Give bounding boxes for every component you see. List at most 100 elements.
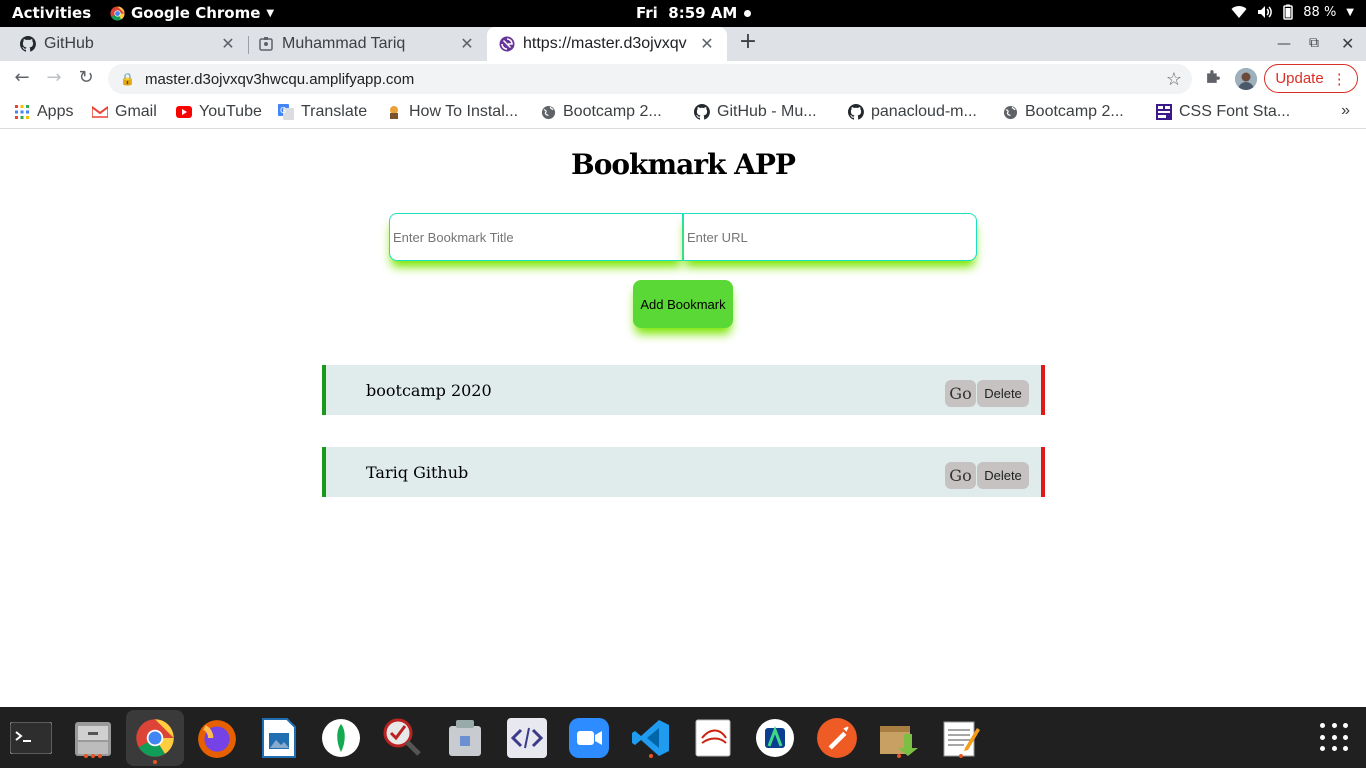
new-tab-button[interactable]: + — [736, 29, 760, 54]
github-icon — [848, 104, 864, 120]
bookmark-how-to-install[interactable]: How To Instal... — [386, 103, 518, 121]
zoom-icon[interactable] — [567, 716, 611, 760]
back-arrow-icon[interactable]: ← — [10, 67, 34, 88]
delete-button[interactable]: Delete — [977, 380, 1029, 407]
chrome-icon[interactable] — [126, 710, 184, 766]
bookmark-css-font-stack[interactable]: CSS Font Sta... — [1156, 103, 1290, 121]
globe-icon — [1002, 104, 1018, 120]
address-bar[interactable]: 🔒 master.d3ojvxqv3hwcqu.amplifyapp.com ☆ — [108, 64, 1192, 94]
bookmark-title: Tariq Github — [366, 463, 469, 482]
clock-text: Fri 8:59 AM — [636, 4, 738, 22]
star-icon[interactable]: ☆ — [1166, 69, 1182, 90]
bookmark-bootcamp-2[interactable]: Bootcamp 2... — [1002, 103, 1124, 121]
bookmark-panacloud[interactable]: panacloud-m... — [848, 103, 977, 121]
browser-toolbar: ← → ↻ 🔒 master.d3ojvxqv3hwcqu.amplifyapp… — [0, 61, 1366, 97]
minimize-icon[interactable]: — — [1277, 36, 1291, 52]
testing-tool-icon[interactable] — [381, 716, 425, 760]
lock-icon: 🔒 — [120, 72, 135, 86]
bookmark-gmail[interactable]: Gmail — [92, 103, 157, 121]
bookmark-label: Bootcamp 2... — [563, 103, 662, 120]
close-icon[interactable]: ✕ — [216, 34, 240, 54]
bookmark-card: Tariq Github Go Delete — [322, 447, 1045, 497]
tab-muhammad-tariq[interactable]: Muhammad Tariq ✕ — [238, 27, 487, 61]
svg-text:G: G — [280, 106, 286, 115]
system-top-bar: Activities Google Chrome ▼ Fri 8:59 AM 8… — [0, 0, 1366, 27]
close-icon[interactable]: ✕ — [455, 34, 479, 54]
text-editor-icon[interactable] — [939, 716, 983, 760]
gmail-icon — [92, 104, 108, 120]
package-installer-icon[interactable] — [877, 716, 921, 760]
files-icon[interactable] — [71, 716, 115, 760]
bookmark-bootcamp-1[interactable]: Bootcamp 2... — [540, 103, 662, 121]
go-button[interactable]: Go — [945, 380, 976, 407]
more-bookmarks-icon[interactable]: » — [1341, 102, 1350, 120]
bookmark-apps[interactable]: Apps — [14, 103, 73, 121]
github-icon — [694, 104, 710, 120]
postman-icon[interactable] — [815, 716, 859, 760]
bookmark-label: Bootcamp 2... — [1025, 103, 1124, 120]
bookmarks-bar: Apps Gmail YouTube G Translate How To In… — [0, 97, 1366, 129]
image-viewer-icon[interactable] — [257, 716, 301, 760]
bookmark-github-mu[interactable]: GitHub - Mu... — [694, 103, 817, 121]
bookmark-label: CSS Font Sta... — [1179, 103, 1291, 120]
code-editor-icon[interactable] — [505, 716, 549, 760]
tab-github[interactable]: GitHub ✕ — [0, 27, 248, 61]
taskbar-dock — [0, 707, 1366, 768]
bookmark-card: bootcamp 2020 Go Delete — [322, 365, 1045, 415]
notification-dot — [744, 9, 752, 17]
bookmark-label: YouTube — [199, 103, 262, 120]
bookmark-url-input[interactable] — [683, 213, 977, 261]
youtube-icon — [176, 104, 192, 120]
bookmark-label: panacloud-m... — [871, 103, 977, 120]
firefox-icon[interactable] — [195, 716, 239, 760]
update-button[interactable]: Update ⋮ — [1264, 64, 1358, 93]
system-tray[interactable]: 88 % ▼ — [1231, 4, 1354, 20]
mongodb-compass-icon[interactable] — [319, 716, 363, 760]
go-button[interactable]: Go — [945, 462, 976, 489]
bookmark-label: How To Instal... — [409, 103, 519, 120]
bookmark-youtube[interactable]: YouTube — [176, 103, 262, 121]
android-studio-icon[interactable] — [753, 716, 797, 760]
tab-title: Muhammad Tariq — [282, 35, 406, 52]
apps-grid-icon — [14, 104, 30, 120]
url-text: master.d3ojvxqv3hwcqu.amplifyapp.com — [144, 70, 415, 88]
wifi-icon — [1231, 6, 1247, 19]
reload-icon[interactable]: ↻ — [74, 67, 98, 88]
show-applications-icon[interactable] — [1320, 723, 1350, 753]
chevron-down-icon: ▼ — [266, 7, 275, 19]
tab-title: https://master.d3ojvxqv — [523, 35, 687, 52]
close-window-icon[interactable]: ✕ — [1341, 34, 1354, 53]
app-name: Google Chrome — [131, 4, 261, 22]
document-reader-icon[interactable] — [691, 716, 735, 760]
css-icon — [1156, 104, 1172, 120]
bookmark-label: Translate — [301, 103, 368, 120]
github-icon — [20, 36, 36, 52]
extensions-puzzle-icon[interactable] — [1205, 68, 1222, 89]
bookmark-label: Gmail — [115, 103, 157, 120]
id-badge-icon — [258, 36, 274, 52]
tab-bookmark-app[interactable]: https://master.d3ojvxqv ✕ — [487, 27, 727, 61]
bookmark-label: Apps — [37, 103, 74, 120]
tab-title: GitHub — [44, 35, 94, 52]
translate-icon: G — [278, 104, 294, 120]
clock[interactable]: Fri 8:59 AM — [636, 4, 752, 22]
restore-icon[interactable]: ⧉ — [1309, 35, 1319, 51]
globe-icon — [540, 104, 556, 120]
terminal-icon[interactable] — [9, 716, 53, 760]
chevron-down-icon: ▼ — [1346, 6, 1354, 18]
forward-arrow-icon[interactable]: → — [42, 67, 66, 88]
activities-button[interactable]: Activities — [12, 4, 91, 22]
app-menu[interactable]: Google Chrome ▼ — [110, 4, 274, 22]
delete-button[interactable]: Delete — [977, 462, 1029, 489]
bookmark-translate[interactable]: G Translate — [278, 103, 367, 121]
close-icon[interactable]: ✕ — [695, 34, 719, 54]
profile-avatar[interactable] — [1235, 68, 1257, 90]
kebab-menu-icon: ⋮ — [1331, 70, 1347, 88]
vscode-icon[interactable] — [629, 716, 673, 760]
tab-strip: GitHub ✕ Muhammad Tariq ✕ https://master… — [0, 27, 1366, 61]
add-bookmark-button[interactable]: Add Bookmark — [633, 280, 733, 328]
web-page: Bookmark APP Add Bookmark bootcamp 2020 … — [0, 130, 1366, 707]
archive-manager-icon[interactable] — [443, 716, 487, 760]
bookmark-title-input[interactable] — [389, 213, 683, 261]
volume-icon — [1258, 6, 1273, 18]
